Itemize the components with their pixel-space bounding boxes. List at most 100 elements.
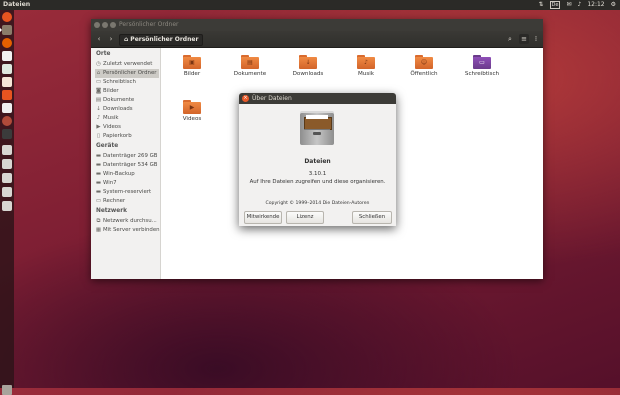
amazon-launcher-icon[interactable] [2, 103, 12, 113]
sidebar-item-win-backup[interactable]: ▬ Win-Backup [95, 170, 159, 179]
minimize-button[interactable] [102, 22, 108, 28]
license-button[interactable]: Lizenz [286, 211, 324, 224]
drive-icon: ▬ [95, 153, 102, 159]
dialog-copyright: Copyright © 1999–2014 Die Dateien-Autore… [265, 201, 370, 206]
sidebar-item-downloads[interactable]: ↓ Downloads [95, 105, 159, 114]
dialog-description: Auf Ihre Dateien zugreifen und diese org… [249, 179, 386, 185]
files-launcher-icon[interactable] [2, 25, 12, 35]
computer-icon: ▭ [95, 198, 102, 204]
drive-launcher-icon[interactable] [2, 201, 12, 211]
drive-launcher-icon[interactable] [2, 173, 12, 183]
writer-launcher-icon[interactable] [2, 51, 12, 61]
clock-label[interactable]: 12:12 [587, 1, 604, 9]
sidebar-item-connect-server[interactable]: ▦ Mit Server verbinden [95, 226, 160, 235]
home-icon: ⌂ [124, 36, 129, 43]
grid-view-icon[interactable]: ⁞ [531, 34, 541, 44]
sidebar-item-win7[interactable]: ▬ Win7 [95, 179, 159, 188]
folder-item-music[interactable]: ♪ Musik [337, 55, 395, 77]
close-button[interactable] [94, 22, 100, 28]
trash-icon: ▯ [96, 133, 101, 139]
dialog-title: Über Dateien [252, 95, 292, 102]
window-title: Persönlicher Ordner [119, 21, 179, 28]
sidebar-item-recent[interactable]: ◷ Zuletzt verwendet [95, 60, 159, 69]
music-folder-icon: ♪ [357, 55, 375, 69]
folder-item-downloads[interactable]: ↓ Downloads [279, 55, 337, 77]
drive-icon: ▬ [95, 189, 102, 195]
video-icon: ▶ [96, 124, 101, 130]
dialog-version: 3.10.1 [308, 171, 327, 177]
system-tray: ⇅ De ✉ ♪ 12:12 ⚙ [538, 1, 616, 9]
home-icon: ⌂ [96, 70, 101, 76]
toolbar: ‹ › ⌂ Persönlicher Ordner ⌕ ≡ ⁞ [91, 31, 543, 48]
folder-item-public[interactable]: ☺ Öffentlich [395, 55, 453, 77]
calc-launcher-icon[interactable] [2, 64, 12, 74]
sidebar-item-system-reserved[interactable]: ▬ System-reserviert [95, 188, 159, 197]
dialog-titlebar[interactable]: × Über Dateien [239, 93, 396, 104]
dialog-close-icon[interactable]: × [242, 95, 249, 102]
sidebar-item-documents[interactable]: ▤ Dokumente [95, 96, 159, 105]
sidebar-item-desktop[interactable]: ▭ Schreibtisch [95, 78, 159, 87]
sidebar-item-trash[interactable]: ▯ Papierkorb [95, 132, 159, 141]
drive-launcher-icon[interactable] [2, 159, 12, 169]
impress-launcher-icon[interactable] [2, 77, 12, 87]
clock-icon: ◷ [96, 61, 101, 67]
document-icon: ▤ [95, 97, 102, 103]
mail-icon[interactable]: ✉ [566, 1, 571, 9]
top-panel: Dateien ⇅ De ✉ ♪ 12:12 ⚙ [0, 0, 620, 10]
downloads-folder-icon: ↓ [299, 55, 317, 69]
sidebar-item-drive[interactable]: ▬ Datenträger 534 GB [95, 161, 159, 170]
folder-item-videos[interactable]: ▶ Videos [163, 100, 221, 122]
window-titlebar[interactable]: Persönlicher Ordner [91, 19, 543, 31]
drive-launcher-icon[interactable] [2, 187, 12, 197]
search-icon[interactable]: ⌕ [505, 34, 515, 44]
camera-icon: ◙ [95, 88, 102, 94]
drive-icon: ▬ [95, 162, 102, 168]
folder-item-documents[interactable]: ▤ Dokumente [221, 55, 279, 77]
folder-item-desktop[interactable]: ▭ Schreibtisch [453, 55, 511, 77]
sidebar-item-pictures[interactable]: ◙ Bilder [95, 87, 159, 96]
videos-folder-icon: ▶ [183, 100, 201, 114]
sidebar: Orte ◷ Zuletzt verwendet ⌂ Persönlicher Or… [91, 48, 161, 279]
file-cabinet-icon [298, 109, 336, 147]
download-icon: ↓ [96, 106, 101, 112]
drive-icon: ▬ [95, 171, 102, 177]
sidebar-item-music[interactable]: ♪ Musik [95, 114, 159, 123]
sidebar-item-videos[interactable]: ▶ Videos [95, 123, 159, 132]
path-label: Persönlicher Ordner [130, 36, 199, 43]
active-indicator-icon [0, 28, 2, 32]
sidebar-item-computer[interactable]: ▭ Rechner [95, 197, 159, 206]
back-arrow-icon[interactable]: ‹ [94, 34, 104, 44]
terminal-launcher-icon[interactable] [2, 129, 12, 139]
drive-icon: ▬ [95, 180, 102, 186]
about-dialog: × Über Dateien Dateien 3.10.1 Auf Ihre D… [239, 93, 396, 226]
sidebar-item-home[interactable]: ⌂ Persönlicher Ordner [95, 69, 159, 78]
dialog-app-name: Dateien [304, 158, 331, 165]
dash-home-icon[interactable] [2, 12, 12, 22]
power-gear-icon[interactable]: ⚙ [611, 1, 616, 9]
desktop-icon: ▭ [95, 79, 102, 85]
firefox-launcher-icon[interactable] [2, 38, 12, 48]
maximize-button[interactable] [110, 22, 116, 28]
close-dialog-button[interactable]: Schließen [352, 211, 392, 224]
sidebar-item-browse-network[interactable]: ⧉ Netzwerk durchsu... [95, 217, 159, 226]
launcher [0, 10, 14, 395]
public-folder-icon: ☺ [415, 55, 433, 69]
credits-button[interactable]: Mitwirkende [244, 211, 282, 224]
trash-launcher-icon[interactable] [2, 385, 12, 395]
settings-launcher-icon[interactable] [2, 116, 12, 126]
software-center-launcher-icon[interactable] [2, 90, 12, 100]
pictures-folder-icon: ▣ [183, 55, 201, 69]
sidebar-section-network: Netzwerk [96, 208, 127, 214]
volume-icon[interactable]: ♪ [577, 1, 581, 9]
sort-icon[interactable]: ⇅ [538, 1, 543, 9]
keyboard-layout-indicator[interactable]: De [549, 1, 561, 9]
path-bar-home-button[interactable]: ⌂ Persönlicher Ordner [119, 34, 204, 46]
sidebar-item-drive[interactable]: ▬ Datenträger 269 GB [95, 152, 159, 161]
sidebar-section-devices: Geräte [96, 143, 119, 149]
network-icon: ⧉ [96, 218, 101, 224]
forward-arrow-icon[interactable]: › [106, 34, 116, 44]
list-view-icon[interactable]: ≡ [519, 34, 529, 44]
drive-launcher-icon[interactable] [2, 145, 12, 155]
folder-item-pictures[interactable]: ▣ Bilder [163, 55, 221, 77]
desktop-folder-icon: ▭ [473, 55, 491, 69]
